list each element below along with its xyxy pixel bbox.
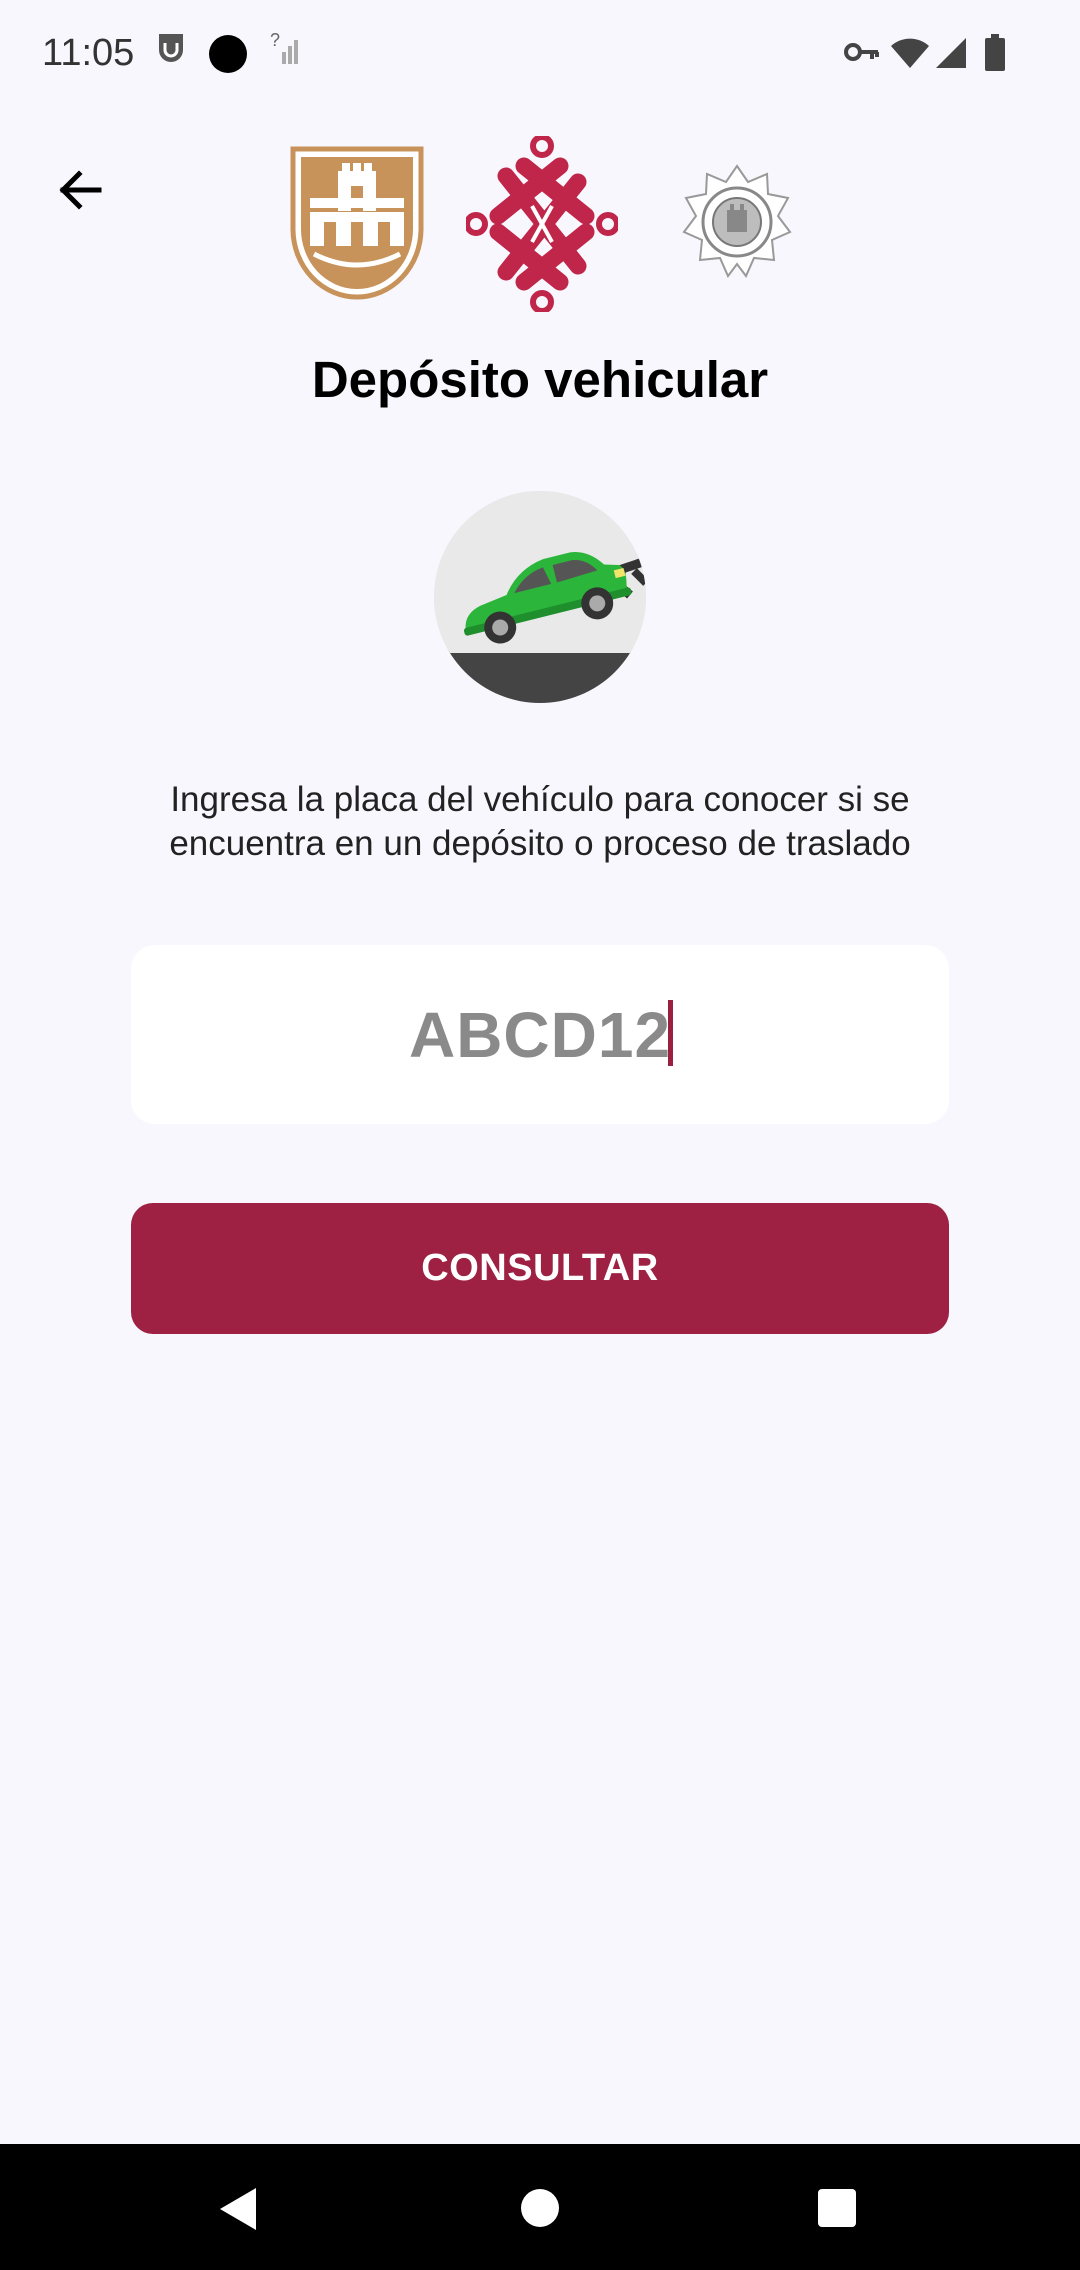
record-dot-icon (208, 34, 248, 79)
tow-car-icon (434, 491, 646, 703)
back-triangle-icon[interactable] (214, 2184, 264, 2239)
plate-input-field[interactable] (131, 945, 949, 1124)
police-badge-logo (682, 164, 792, 285)
no-signal-icon: ? (270, 30, 304, 71)
battery-icon (984, 34, 1006, 77)
status-bar: 11:05 ? (0, 0, 1080, 110)
mail-badge-icon (154, 30, 188, 69)
vpn-key-icon (844, 40, 880, 69)
government-knot-logo (464, 134, 620, 317)
back-button[interactable] (40, 150, 120, 230)
svg-text:?: ? (270, 30, 280, 50)
instructions-text: Ingresa la placa del vehículo para conoc… (169, 780, 911, 863)
recents-square-icon[interactable] (817, 2188, 857, 2233)
arrow-left-icon (59, 170, 102, 210)
wifi-icon (890, 36, 930, 75)
consult-button[interactable]: CONSULTAR (131, 1203, 949, 1334)
cell-signal-icon (934, 36, 968, 75)
text-caret (668, 1000, 673, 1066)
home-circle-icon[interactable] (520, 2188, 560, 2233)
page-title: Depósito vehicular (311, 351, 769, 408)
status-time: 11:05 (42, 32, 135, 74)
cdmx-shield-logo (290, 146, 424, 305)
system-nav-bar (0, 2144, 1080, 2270)
plate-input[interactable] (131, 945, 949, 1124)
